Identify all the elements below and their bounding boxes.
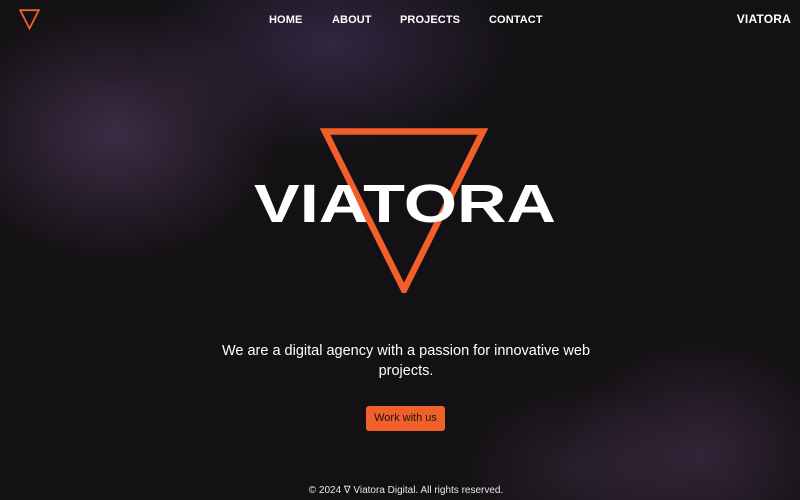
page: HOME ABOUT PROJECTS CONTACT VIATORA VIAT… (0, 0, 800, 500)
nav-about[interactable]: ABOUT (332, 12, 372, 28)
nav-home[interactable]: HOME (269, 12, 302, 28)
brand-name[interactable]: VIATORA (737, 11, 791, 27)
hero-logo: VIATORA (254, 128, 556, 293)
work-with-us-button[interactable]: Work with us (366, 406, 445, 431)
footer-copyright: © 2024 ∇ Viatora Digital. All rights res… (308, 485, 504, 496)
nav-contact[interactable]: CONTACT (489, 12, 543, 28)
main-nav: HOME ABOUT PROJECTS CONTACT (0, 12, 800, 28)
hero-tagline: We are a digital agency with a passion f… (221, 343, 591, 379)
nav-projects[interactable]: PROJECTS (400, 12, 460, 28)
hero-logo-text: VIATORA (254, 174, 556, 234)
